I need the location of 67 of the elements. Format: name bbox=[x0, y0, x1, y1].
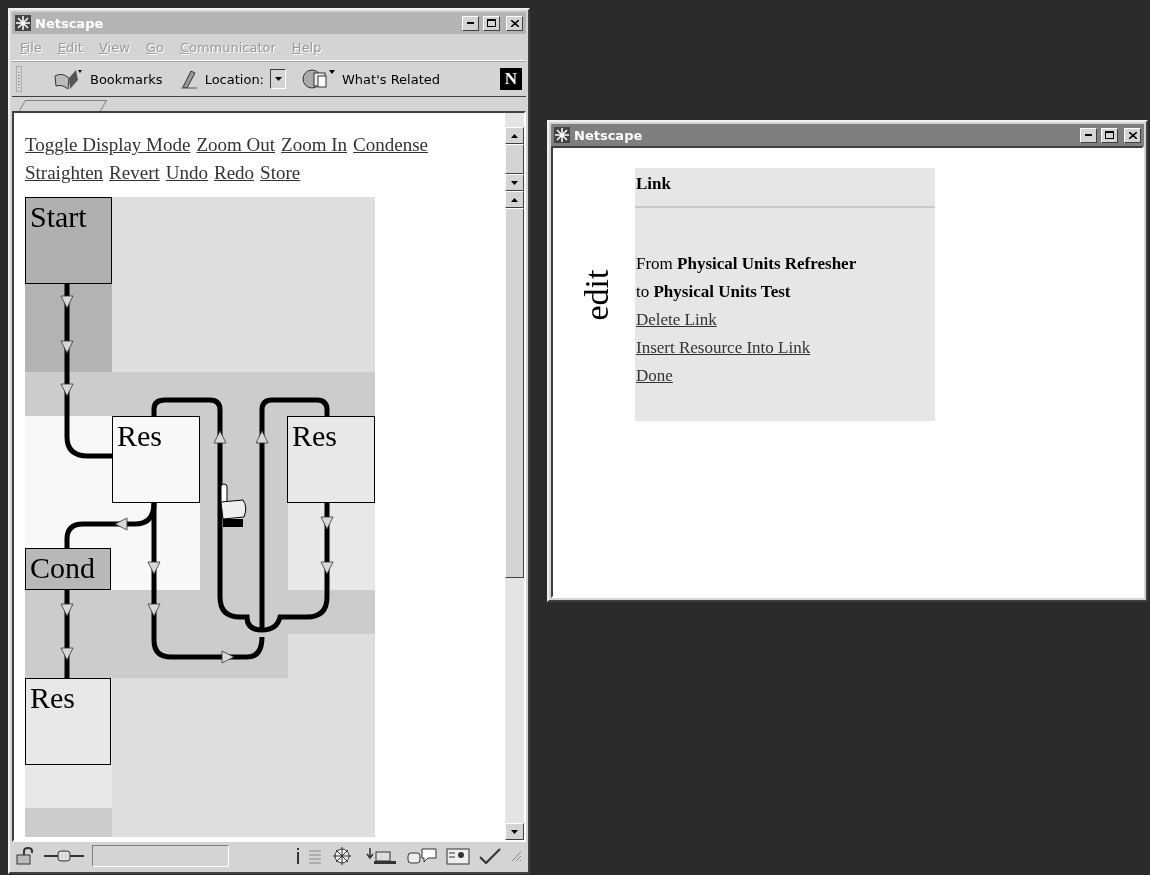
link[interactable]: Done bbox=[636, 362, 673, 390]
scroll-up-button[interactable] bbox=[505, 127, 524, 144]
window-title: Netscape bbox=[35, 15, 105, 31]
link-description: to Physical Units Test bbox=[636, 281, 791, 303]
plug-icon bbox=[44, 849, 84, 863]
link[interactable]: Zoom Out bbox=[196, 131, 276, 159]
app-logo-icon bbox=[15, 15, 31, 31]
minimize-icon bbox=[1085, 134, 1092, 136]
toolbar-tab[interactable] bbox=[18, 100, 108, 111]
book-icon bbox=[54, 68, 84, 90]
link[interactable]: Straighten bbox=[25, 159, 104, 187]
link-description: From Physical Units Refresher bbox=[636, 253, 857, 275]
list-icon bbox=[308, 848, 322, 864]
link[interactable]: Revert bbox=[109, 159, 160, 187]
maximize-button[interactable] bbox=[1101, 127, 1118, 143]
caret-up-icon bbox=[511, 197, 518, 202]
address-card-icon bbox=[446, 847, 470, 865]
toolbar-label[interactable]: What's Related bbox=[342, 71, 441, 87]
diagram-node[interactable]: Start bbox=[25, 197, 112, 284]
caret-down-icon bbox=[511, 829, 518, 834]
diagram-node[interactable]: Res bbox=[112, 416, 200, 503]
diagram-node[interactable]: Res bbox=[287, 416, 375, 503]
location-dropdown[interactable] bbox=[270, 69, 286, 89]
scroll-down-button[interactable] bbox=[505, 823, 524, 840]
link[interactable]: Redo bbox=[214, 159, 255, 187]
minimize-button[interactable] bbox=[462, 15, 479, 31]
link[interactable]: Toggle Display Mode bbox=[25, 131, 191, 159]
caret-up-icon bbox=[511, 133, 518, 138]
diagram-node[interactable]: Cond bbox=[25, 548, 111, 590]
scroll-thumb[interactable] bbox=[505, 208, 524, 578]
scroll-thumb[interactable] bbox=[505, 144, 524, 174]
link[interactable]: Undo bbox=[165, 159, 208, 187]
chat-icon bbox=[406, 847, 438, 865]
link[interactable]: Delete Link bbox=[636, 306, 717, 334]
minimize-icon bbox=[467, 22, 474, 24]
close-button[interactable] bbox=[1124, 127, 1141, 143]
app-logo-icon bbox=[554, 127, 570, 143]
link[interactable]: Condense bbox=[353, 131, 428, 159]
globe-icon bbox=[302, 68, 336, 90]
panel-heading: Link bbox=[636, 173, 671, 195]
resize-grip-icon bbox=[510, 850, 522, 862]
pen-icon bbox=[178, 69, 199, 89]
scroll-down-button[interactable] bbox=[505, 174, 524, 191]
hand-cursor-icon bbox=[220, 483, 247, 527]
link[interactable]: Store bbox=[260, 159, 301, 187]
maximize-icon bbox=[487, 19, 496, 27]
close-icon bbox=[1128, 131, 1137, 139]
caret-down-icon bbox=[511, 180, 518, 185]
download-icon bbox=[366, 847, 398, 865]
diagram-node[interactable]: Res bbox=[25, 678, 111, 765]
scroll-up-button[interactable] bbox=[505, 191, 524, 208]
link[interactable]: Insert Resource Into Link bbox=[636, 334, 811, 362]
logo: N bbox=[500, 68, 522, 90]
toolbar-label[interactable]: Location: bbox=[204, 71, 264, 87]
minimize-button[interactable] bbox=[1080, 127, 1097, 143]
close-button[interactable] bbox=[506, 15, 523, 31]
toolbar-grip-icon bbox=[16, 66, 22, 92]
toolbar-label[interactable]: Bookmarks bbox=[90, 71, 163, 87]
maximize-icon bbox=[1105, 131, 1114, 139]
window-title: Netscape bbox=[574, 127, 644, 143]
link[interactable]: Zoom In bbox=[281, 131, 348, 159]
maximize-button[interactable] bbox=[483, 15, 500, 31]
caret-down-icon bbox=[274, 77, 282, 81]
lock-icon bbox=[16, 847, 36, 865]
info-icon bbox=[296, 848, 300, 864]
close-icon bbox=[510, 19, 519, 27]
side-label: edit bbox=[578, 269, 616, 320]
